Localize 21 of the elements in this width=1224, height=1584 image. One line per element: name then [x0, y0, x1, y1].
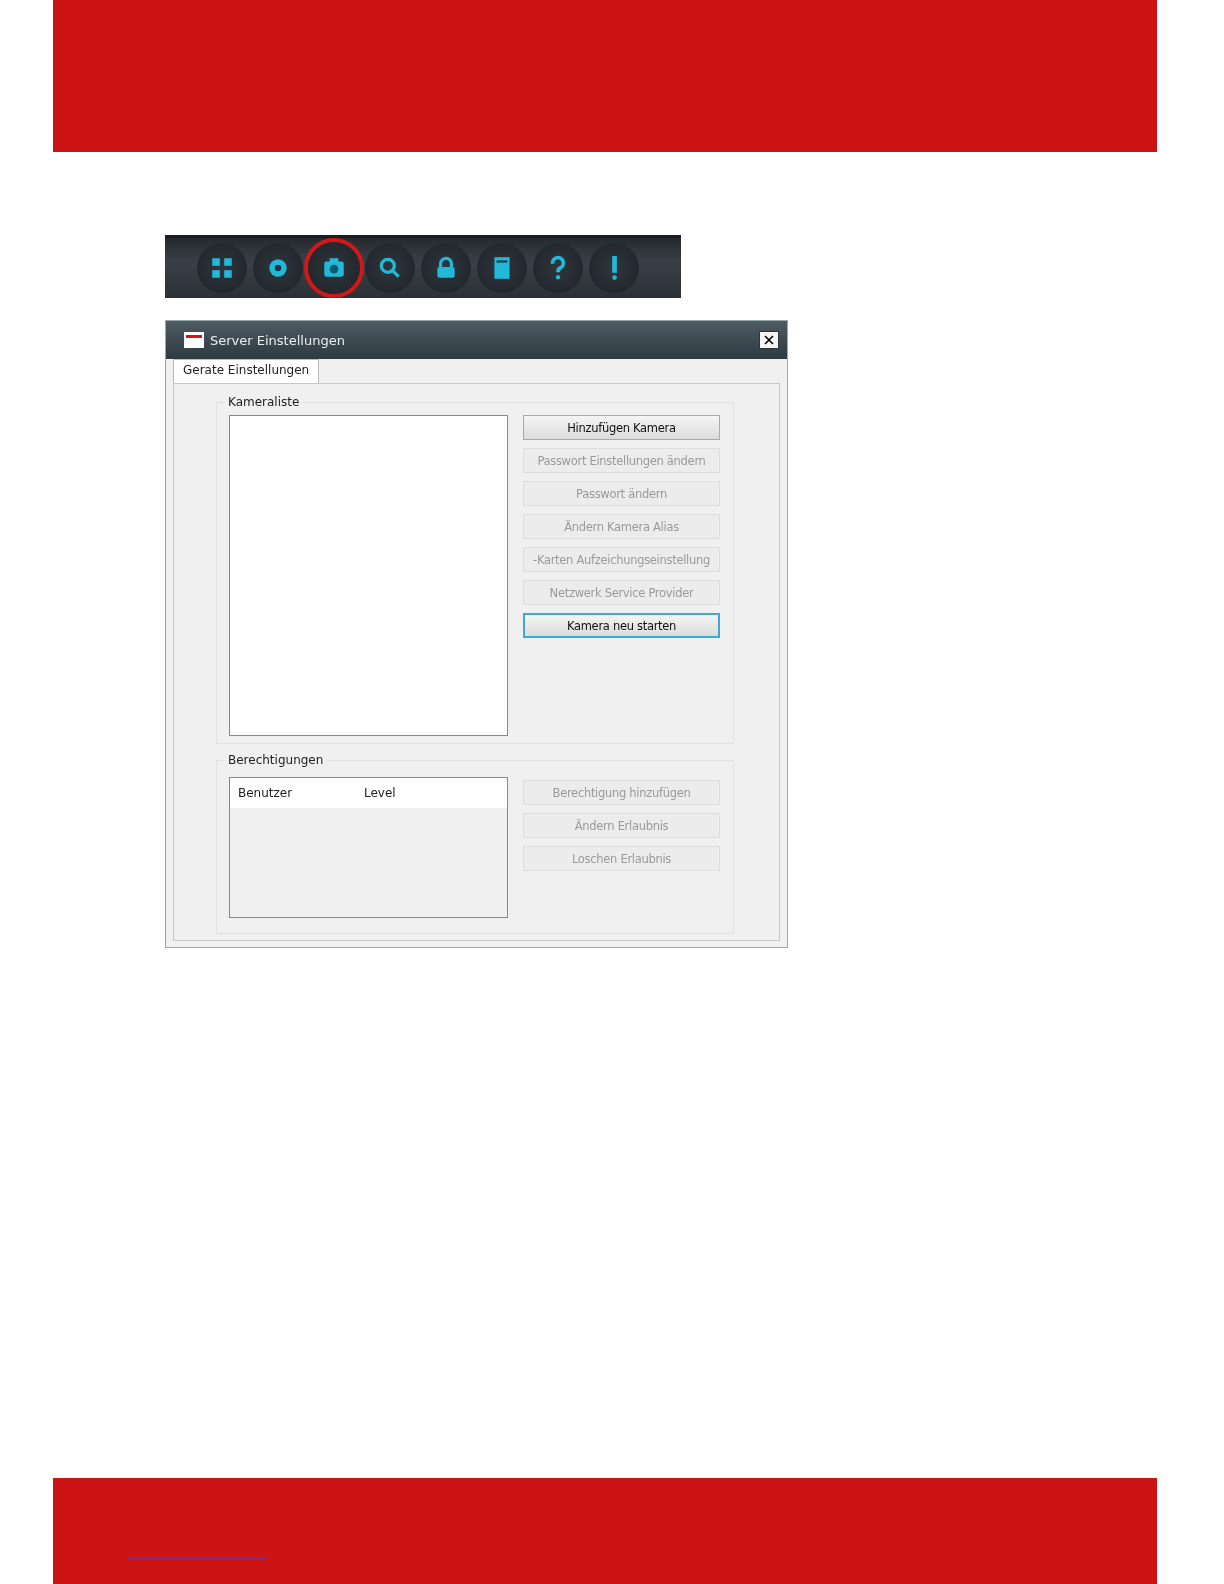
- info-icon: [610, 256, 618, 280]
- close-icon: [764, 335, 774, 345]
- action-button[interactable]: Kamera neu starten: [523, 613, 720, 638]
- search-icon: [377, 255, 403, 281]
- tab[interactable]: Gerate Einstellungen: [173, 359, 320, 383]
- toolbar-button[interactable]: [253, 243, 303, 293]
- close-button[interactable]: [759, 331, 779, 349]
- toolbar-button[interactable]: [589, 243, 639, 293]
- app-icon: [184, 332, 204, 348]
- toolbar-button[interactable]: [304, 238, 364, 298]
- toolbar-button[interactable]: [421, 243, 471, 293]
- toolbar-button[interactable]: [477, 243, 527, 293]
- group-title: Berechtigungen: [225, 753, 327, 767]
- column-header[interactable]: Benutzer: [230, 786, 356, 800]
- toolbar-button[interactable]: [197, 243, 247, 293]
- action-button[interactable]: Hinzufügen Kamera: [523, 415, 720, 440]
- group-title: Kameraliste: [225, 395, 303, 409]
- window-title: Server Einstellungen: [210, 332, 346, 348]
- column-header[interactable]: Level: [356, 786, 396, 800]
- toolbar-button[interactable]: [365, 243, 415, 293]
- toolbar-button[interactable]: [533, 243, 583, 293]
